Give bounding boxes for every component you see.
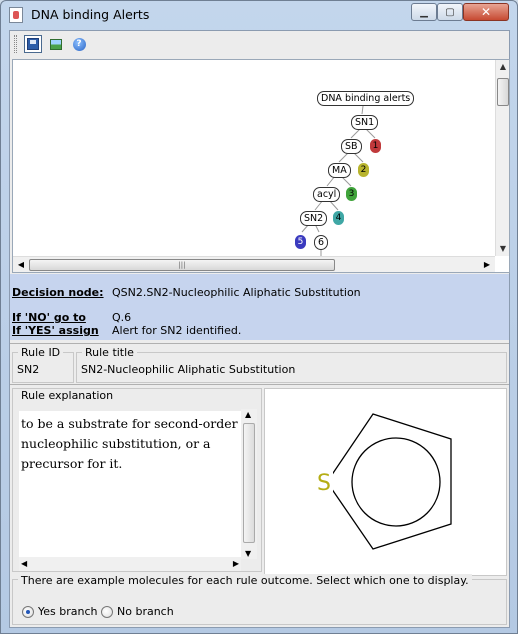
decision-node-value: QSN2.SN2-Nucleophilic Aliphatic Substitu… [112,286,361,299]
tree-horizontal-scrollbar[interactable]: ◀ ||| ▶ [13,256,495,272]
tree-node-6[interactable]: 6 [314,235,329,250]
toolbar: ? [10,31,509,57]
scroll-down-icon[interactable]: ▼ [496,242,509,256]
if-yes-value: Alert for SN2 identified. [112,324,242,337]
rule-title-header: Rule title [82,346,137,359]
tree-node-acyl[interactable]: acyl [313,187,341,202]
tree-vertical-scrollbar[interactable]: ▲ ▼ [495,60,509,256]
explanation-line: nucleophilic substitution, or a [21,436,211,451]
save-icon [27,38,39,50]
minimize-icon: ▁ [420,6,428,18]
help-button[interactable]: ? [70,35,88,53]
molecule-structure-panel: S [264,388,507,576]
scroll-thumb[interactable] [243,423,255,543]
rule-explanation-box: Rule explanation to be a substrate for s… [12,388,262,572]
image-button[interactable] [47,35,65,53]
window: DNA binding Alerts ▁ ▢ ✕ ? DNA binding a… [0,0,518,634]
close-icon: ✕ [480,5,492,19]
decision-tree-panel[interactable]: DNA binding alerts SN1 SB MA acyl SN2 6 … [12,59,510,273]
scroll-right-icon[interactable]: ▶ [481,258,493,272]
decision-panel: Decision node: QSN2.SN2-Nucleophilic Ali… [10,274,509,340]
tree-node-sn2[interactable]: SN2 [300,211,328,226]
rule-header-row: Rule ID SN2 Rule title SN2-Nucleophilic … [10,343,509,385]
scroll-left-icon[interactable]: ◀ [21,559,27,568]
tree-node-sn1[interactable]: SN1 [351,115,379,130]
yes-branch-radio[interactable] [22,606,34,618]
leaf-node-4[interactable]: 4 [333,211,344,225]
scroll-down-icon[interactable]: ▼ [245,549,251,558]
rule-explanation-text[interactable]: to be a substrate for second-order nucle… [19,411,241,561]
explanation-horizontal-scrollbar[interactable]: ◀ ▶ [19,557,241,571]
rule-id-box: Rule ID SN2 [12,346,74,383]
image-icon [50,38,62,50]
scroll-left-icon[interactable]: ◀ [15,258,27,272]
tree-root-node[interactable]: DNA binding alerts [317,91,415,106]
no-branch-radio[interactable] [101,606,113,618]
window-title: DNA binding Alerts [31,7,150,22]
no-branch-label[interactable]: No branch [117,605,174,618]
rule-title-value: SN2-Nucleophilic Aliphatic Substitution [81,363,296,376]
title-bar[interactable]: DNA binding Alerts ▁ ▢ ✕ [1,1,517,29]
help-icon: ? [72,37,86,51]
scroll-right-icon[interactable]: ▶ [233,559,239,568]
example-prompt: There are example molecules for each rul… [18,574,472,587]
close-button[interactable]: ✕ [463,3,509,21]
yes-branch-label[interactable]: Yes branch [38,605,98,618]
client-area: ? DNA binding alerts SN1 SB MA acyl SN2 … [9,30,510,628]
scroll-thumb[interactable] [497,78,509,106]
leaf-node-3[interactable]: 3 [346,187,357,201]
leaf-node-5[interactable]: 5 [295,235,306,249]
maximize-button[interactable]: ▢ [437,3,463,21]
tree-edges [301,105,376,256]
rule-title-box: Rule title SN2-Nucleophilic Aliphatic Su… [76,346,507,383]
leaf-node-1[interactable]: 1 [370,139,381,153]
if-no-label: If 'NO' go to [12,311,86,324]
tree-node-ma[interactable]: MA [328,163,351,178]
rule-explanation-header: Rule explanation [18,389,117,402]
explanation-line: to be a substrate for second-order [21,416,238,431]
example-selector-box: There are example molecules for each rul… [12,574,507,625]
toolbar-grip[interactable] [14,35,17,53]
minimize-button[interactable]: ▁ [411,3,437,21]
decision-node-label: Decision node: [12,286,104,299]
if-no-value: Q.6 [112,311,132,324]
rule-id-value: SN2 [17,363,40,376]
save-button[interactable] [24,35,42,53]
thiophene-structure: S [315,413,452,550]
scroll-up-icon[interactable]: ▲ [496,60,509,74]
sulfur-atom-label: S [317,471,331,496]
explanation-vertical-scrollbar[interactable]: ▲ ▼ [241,409,257,559]
explanation-line: precursor for it. [21,456,123,471]
scroll-up-icon[interactable]: ▲ [245,410,251,419]
scroll-thumb[interactable]: ||| [29,259,335,271]
leaf-node-2[interactable]: 2 [358,163,369,177]
rule-id-header: Rule ID [18,346,64,359]
tree-node-sb[interactable]: SB [341,139,362,154]
maximize-icon: ▢ [445,6,455,18]
if-yes-label: If 'YES' assign [12,324,99,337]
java-app-icon [9,7,23,23]
